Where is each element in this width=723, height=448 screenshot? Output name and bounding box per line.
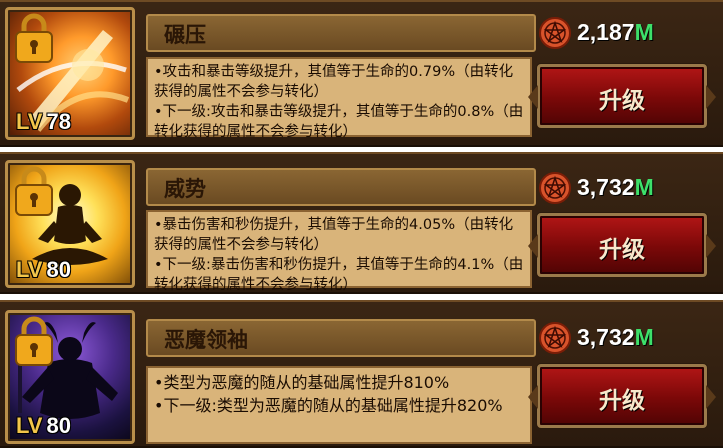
upgrade-button-label: 升级 — [599, 237, 645, 263]
skill-row-demon-leader: LV 80 恶魔领袖 •类型为恶魔的随从的基础属性提升810% •下一级:类型为恶… — [0, 300, 723, 448]
skill-portrait-might[interactable]: LV 80 — [5, 160, 135, 288]
cost-amount: 3,732 — [577, 324, 635, 350]
skill-level: LV 80 — [16, 413, 71, 438]
skill-next-effect: •下一级:类型为恶魔的随从的基础属性提升820% — [154, 396, 503, 415]
upgrade-cost: 3,732M — [539, 171, 667, 205]
upgrade-button-label: 升级 — [599, 88, 645, 114]
cost-amount: 3,732 — [577, 174, 635, 200]
pentagram-coin-icon — [539, 322, 571, 354]
skill-description: •类型为恶魔的随从的基础属性提升810% •下一级:类型为恶魔的随从的基础属性提… — [146, 366, 532, 444]
pentagram-coin-icon — [539, 172, 571, 204]
upgrade-button[interactable]: 升级 — [528, 364, 716, 428]
cost-unit: M — [634, 19, 654, 45]
skill-portrait-crush[interactable]: LV 78 — [5, 7, 135, 140]
skill-portrait-demon-leader[interactable]: LV 80 — [5, 310, 135, 444]
cost-unit: M — [634, 324, 654, 350]
skill-row-crush: LV 78 碾压 •攻击和暴击等级提升，其值等于生命的0.79%（由转化获得的属性… — [0, 0, 723, 147]
skill-name: 碾压 — [164, 23, 206, 47]
cost-unit: M — [634, 174, 654, 200]
upgrade-cost: 2,187M — [539, 16, 667, 50]
lock-icon — [15, 13, 53, 63]
pentagram-coin-icon — [539, 17, 571, 49]
upgrade-button[interactable]: 升级 — [528, 213, 716, 277]
lock-icon — [15, 166, 53, 216]
skill-description: •攻击和暴击等级提升，其值等于生命的0.79%（由转化获得的属性不会参与转化） … — [146, 57, 532, 140]
skill-name-bar: 恶魔领袖 — [146, 319, 536, 357]
skill-current-effect: •暴击伤害和秒伤提升，其值等于生命的4.05%（由转化获得的属性不会参与转化） — [154, 217, 514, 253]
skill-level: LV 78 — [16, 109, 71, 134]
skill-name-bar: 碾压 — [146, 14, 536, 52]
skill-next-effect: •下一级:攻击和暴击等级提升，其值等于生命的0.8%（由转化获得的属性不会参与转… — [154, 104, 524, 140]
skill-description: •暴击伤害和秒伤提升，其值等于生命的4.05%（由转化获得的属性不会参与转化） … — [146, 210, 532, 293]
lock-icon — [15, 316, 53, 366]
skill-name-bar: 威势 — [146, 168, 536, 206]
upgrade-button-label: 升级 — [599, 388, 645, 414]
skill-level: LV 80 — [16, 257, 71, 282]
skill-name: 恶魔领袖 — [164, 328, 248, 352]
cost-amount: 2,187 — [577, 19, 635, 45]
upgrade-button[interactable]: 升级 — [528, 64, 716, 128]
skill-name: 威势 — [164, 177, 206, 201]
skill-current-effect: •类型为恶魔的随从的基础属性提升810% — [154, 373, 450, 392]
skill-row-might: LV 80 威势 •暴击伤害和秒伤提升，其值等于生命的4.05%（由转化获得的属性… — [0, 152, 723, 294]
upgrade-cost: 3,732M — [539, 321, 667, 355]
skill-current-effect: •攻击和暴击等级提升，其值等于生命的0.79%（由转化获得的属性不会参与转化） — [154, 64, 514, 100]
skill-next-effect: •下一级:暴击伤害和秒伤提升，其值等于生命的4.1%（由转化获得的属性不会参与转… — [154, 257, 524, 293]
